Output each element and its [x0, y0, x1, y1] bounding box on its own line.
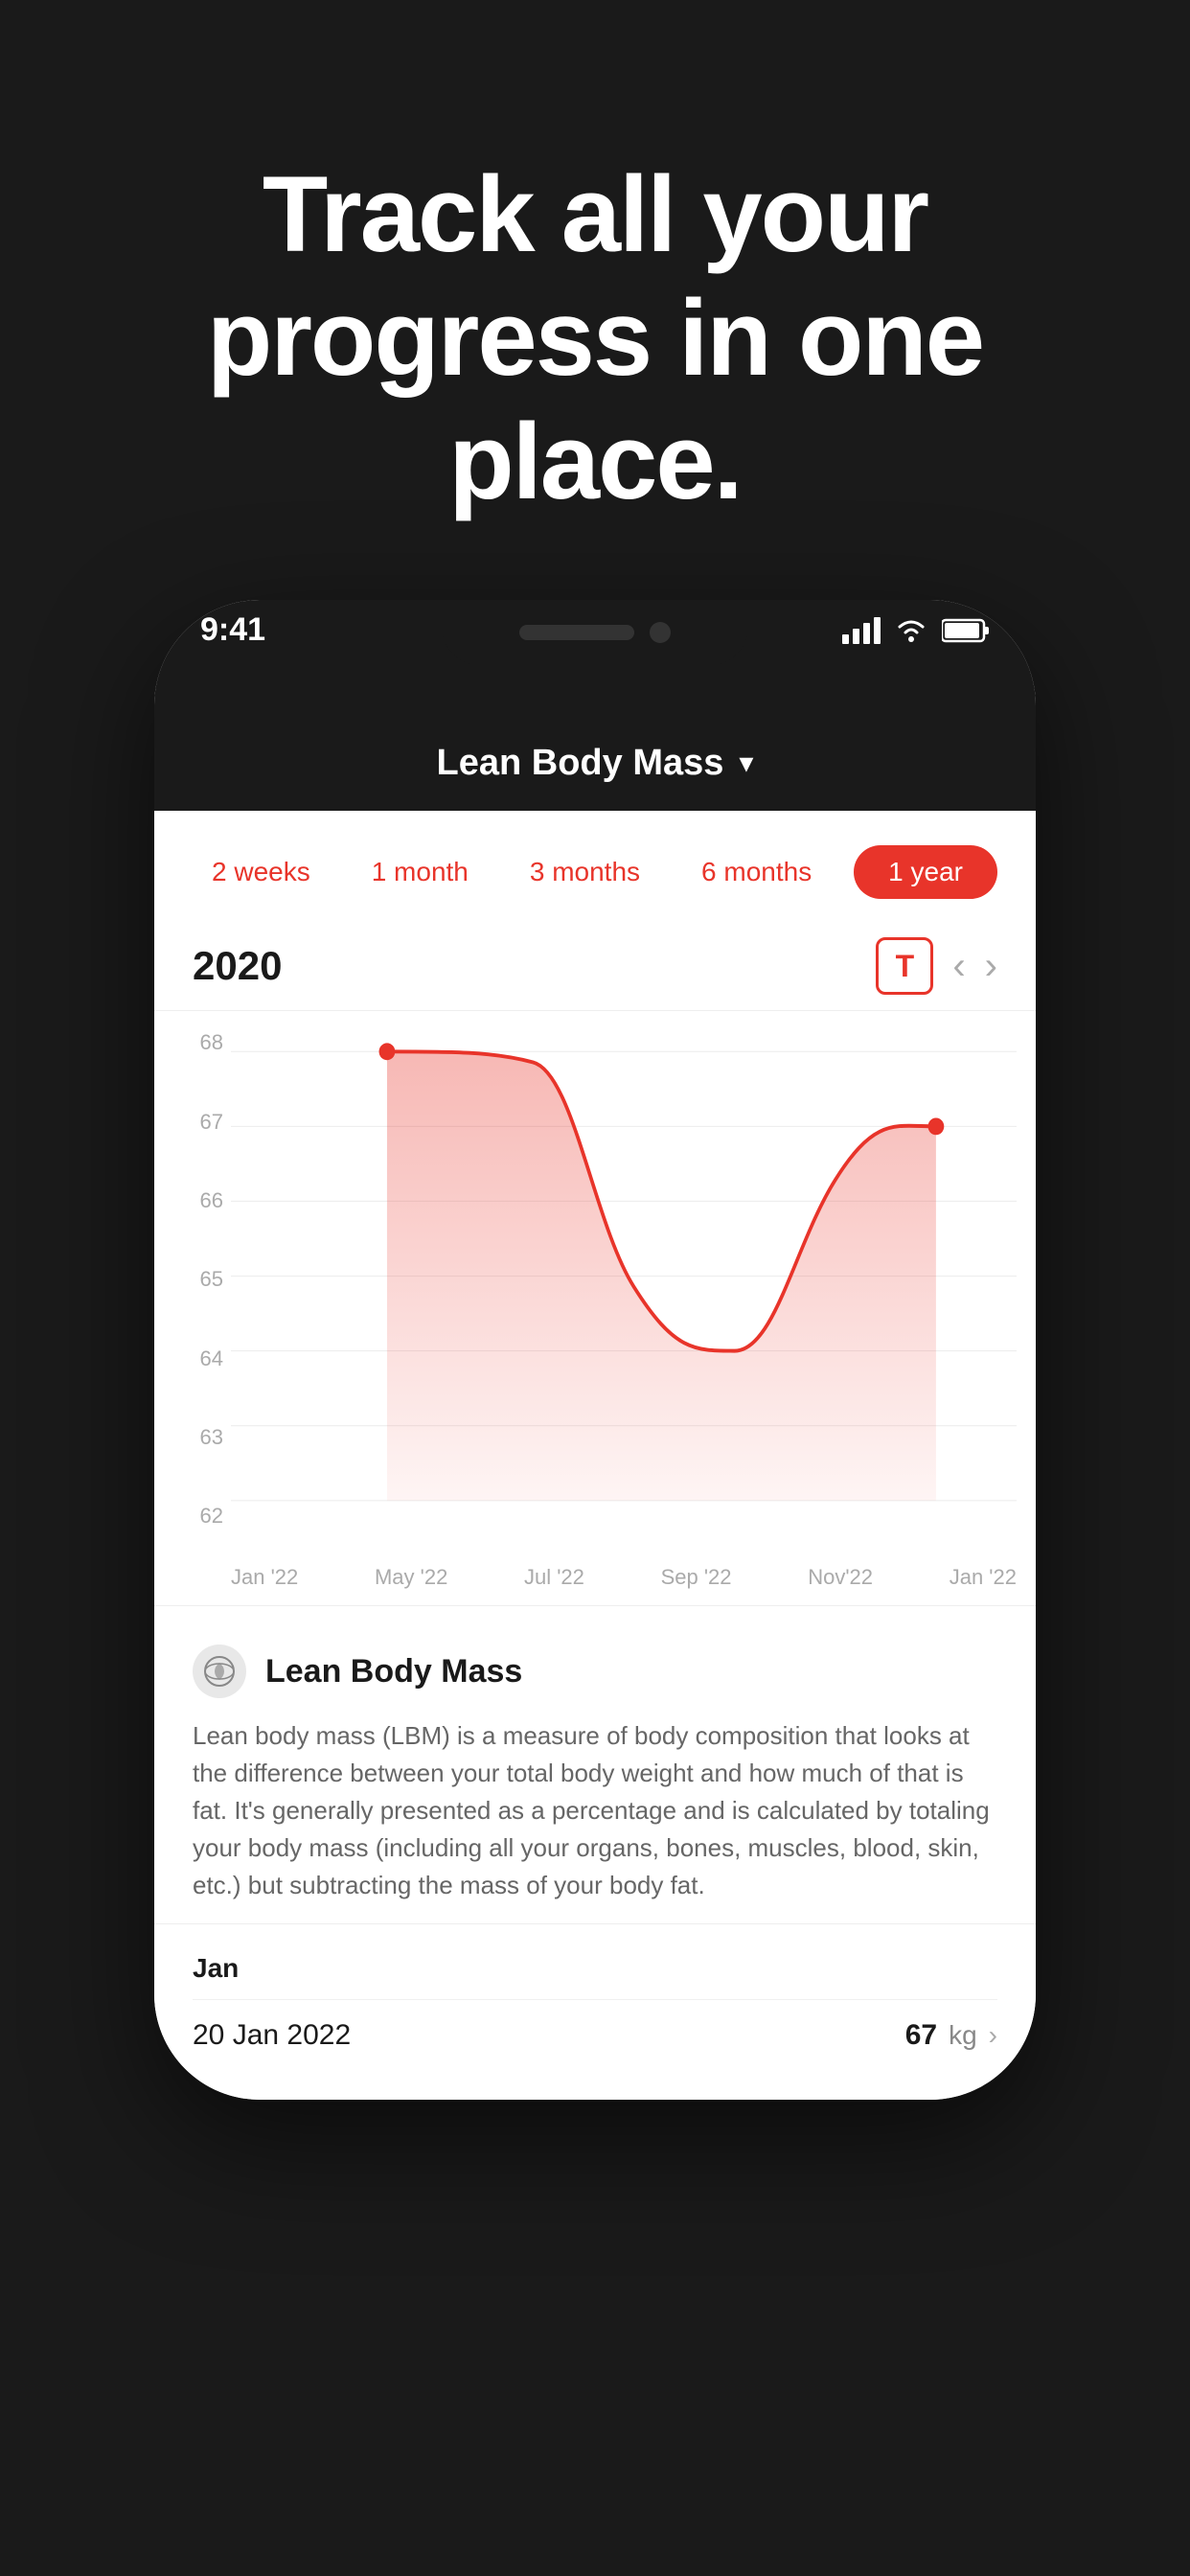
y-label-66: 66 — [170, 1188, 223, 1213]
header-chevron[interactable]: ▾ — [739, 747, 753, 780]
data-date: 20 Jan 2022 — [193, 2019, 351, 2052]
data-section: Jan 20 Jan 2022 67 kg › — [154, 1923, 1036, 2100]
y-label-63: 63 — [170, 1425, 223, 1450]
chart-container: 68 67 66 65 64 63 62 — [154, 1011, 1036, 1605]
tab-6months[interactable]: 6 months — [682, 849, 831, 895]
app-header: Lean Body Mass ▾ — [154, 715, 1036, 811]
y-label-65: 65 — [170, 1267, 223, 1292]
data-unit: kg — [949, 2020, 977, 2051]
status-time: 9:41 — [200, 611, 265, 649]
y-label-62: 62 — [170, 1504, 223, 1529]
year-row: 2020 T ‹ › — [154, 922, 1036, 1011]
time-tabs-container: 2 weeks 1 month 3 months 6 months 1 year — [154, 811, 1036, 922]
x-label-jan22-end: Jan '22 — [950, 1565, 1017, 1590]
data-month-label: Jan — [193, 1953, 997, 1984]
info-icon — [193, 1644, 246, 1698]
table-icon-button[interactable]: T — [876, 937, 933, 995]
data-value: 67 — [905, 2019, 937, 2052]
year-controls: T ‹ › — [876, 937, 997, 995]
chart-svg — [231, 1030, 1017, 1586]
next-arrow[interactable]: › — [985, 945, 997, 988]
y-label-68: 68 — [170, 1030, 223, 1055]
data-row[interactable]: 20 Jan 2022 67 kg › — [193, 1999, 997, 2071]
signal-icon — [842, 617, 881, 644]
data-value-row: 67 kg › — [905, 2019, 997, 2052]
hero-section: Track all your progress in one place. — [0, 153, 1190, 523]
status-bar: 9:41 — [154, 600, 1036, 649]
y-label-67: 67 — [170, 1110, 223, 1135]
year-label: 2020 — [193, 943, 282, 989]
wifi-icon — [892, 617, 930, 644]
prev-arrow[interactable]: ‹ — [952, 945, 965, 988]
info-title: Lean Body Mass — [265, 1653, 522, 1690]
x-label-jul22: Jul '22 — [524, 1565, 584, 1590]
data-row-arrow: › — [989, 2020, 997, 2051]
x-axis: Jan '22 May '22 Jul '22 Sep '22 Nov'22 J… — [231, 1565, 1017, 1590]
status-icons — [842, 617, 990, 644]
battery-icon — [942, 618, 990, 643]
phone-mockup: 9:41 — [154, 600, 1036, 2100]
x-label-may22: May '22 — [375, 1565, 447, 1590]
app-title: Lean Body Mass — [437, 743, 724, 784]
tab-2weeks[interactable]: 2 weeks — [193, 849, 330, 895]
y-label-64: 64 — [170, 1346, 223, 1371]
tab-1month[interactable]: 1 month — [353, 849, 488, 895]
tab-3months[interactable]: 3 months — [511, 849, 659, 895]
phone-top-bar: 9:41 — [154, 600, 1036, 715]
x-label-jan22: Jan '22 — [231, 1565, 298, 1590]
info-header: Lean Body Mass — [193, 1644, 997, 1698]
y-axis: 68 67 66 65 64 63 62 — [170, 1030, 223, 1529]
tab-1year[interactable]: 1 year — [854, 845, 997, 899]
app-content: 2 weeks 1 month 3 months 6 months 1 year… — [154, 811, 1036, 2100]
x-label-nov22: Nov'22 — [808, 1565, 873, 1590]
info-section: Lean Body Mass Lean body mass (LBM) is a… — [154, 1605, 1036, 1923]
hero-title: Track all your progress in one place. — [77, 153, 1113, 523]
x-label-sep22: Sep '22 — [661, 1565, 732, 1590]
info-description: Lean body mass (LBM) is a measure of bod… — [193, 1717, 997, 1904]
